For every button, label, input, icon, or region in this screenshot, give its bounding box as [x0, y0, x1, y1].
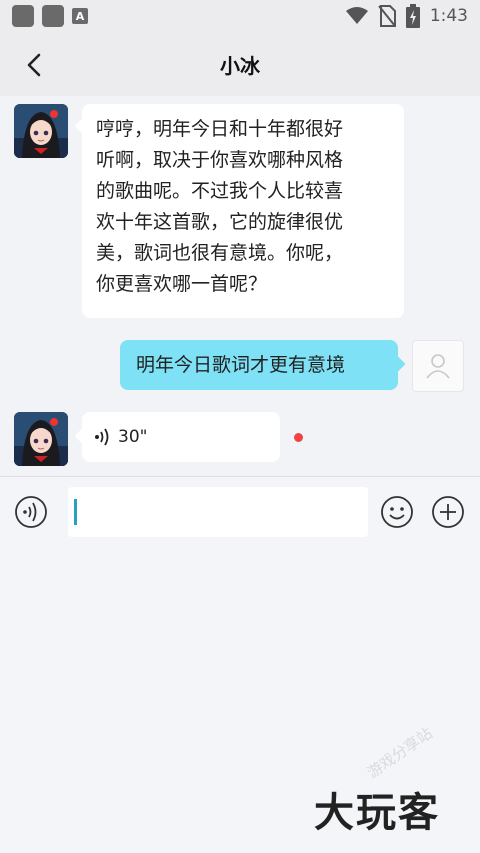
text-caret — [74, 499, 77, 525]
message-line: 哼哼，明年今日和十年都很好 — [96, 118, 344, 140]
wifi-icon — [345, 7, 368, 24]
bot-avatar[interactable] — [14, 104, 68, 158]
message-input[interactable] — [68, 487, 368, 537]
battery-charging-icon — [405, 4, 420, 28]
my-message-bubble[interactable]: 明年今日歌词才更有意境 — [120, 340, 398, 390]
chat-screen: A 1:43 小冰 哼哼，明年今日和十年都很好 听啊，取决于你喜欢哪种风格 的歌… — [0, 0, 480, 853]
app-square-icon — [42, 5, 64, 27]
page-title: 小冰 — [220, 53, 260, 78]
no-sim-icon — [378, 5, 396, 27]
message-line: 听啊，取决于你喜欢哪种风格 — [96, 149, 344, 171]
bot-message-bubble[interactable]: 哼哼，明年今日和十年都很好 听啊，取决于你喜欢哪种风格 的歌曲呢。不过我个人比较… — [82, 104, 404, 318]
status-bar: A 1:43 — [0, 0, 480, 32]
input-bar — [0, 476, 480, 548]
back-button[interactable] — [20, 50, 50, 80]
message-line: 欢十年这首歌，它的旋律很优 — [96, 211, 344, 233]
user-placeholder-icon — [426, 354, 450, 379]
message-line: 美，歌词也很有意境。你呢， — [96, 242, 344, 264]
voice-message-bubble[interactable]: 30" — [82, 412, 280, 462]
user-avatar[interactable] — [412, 340, 464, 392]
message-line: 的歌曲呢。不过我个人比较喜 — [96, 180, 344, 202]
unread-dot — [294, 433, 303, 442]
chat-header: 小冰 — [0, 32, 480, 96]
bot-avatar[interactable] — [14, 412, 68, 466]
voice-toggle-icon[interactable] — [14, 495, 48, 529]
app-square-icon — [12, 5, 34, 27]
anime-girl-avatar-icon — [14, 412, 68, 466]
voice-duration: 30" — [118, 426, 148, 447]
status-time: 1:43 — [429, 6, 468, 26]
plus-icon[interactable] — [431, 495, 465, 529]
message-text: 明年今日歌词才更有意境 — [136, 354, 346, 376]
voice-wave-icon — [95, 428, 109, 446]
watermark-logo: 大玩客 — [314, 789, 440, 836]
a-badge-icon: A — [72, 8, 88, 24]
message-line: 你更喜欢哪一首呢？ — [96, 273, 268, 295]
anime-girl-avatar-icon — [14, 104, 68, 158]
message-list[interactable]: 哼哼，明年今日和十年都很好 听啊，取决于你喜欢哪种风格 的歌曲呢。不过我个人比较… — [0, 96, 480, 476]
emoji-icon[interactable] — [380, 495, 414, 529]
